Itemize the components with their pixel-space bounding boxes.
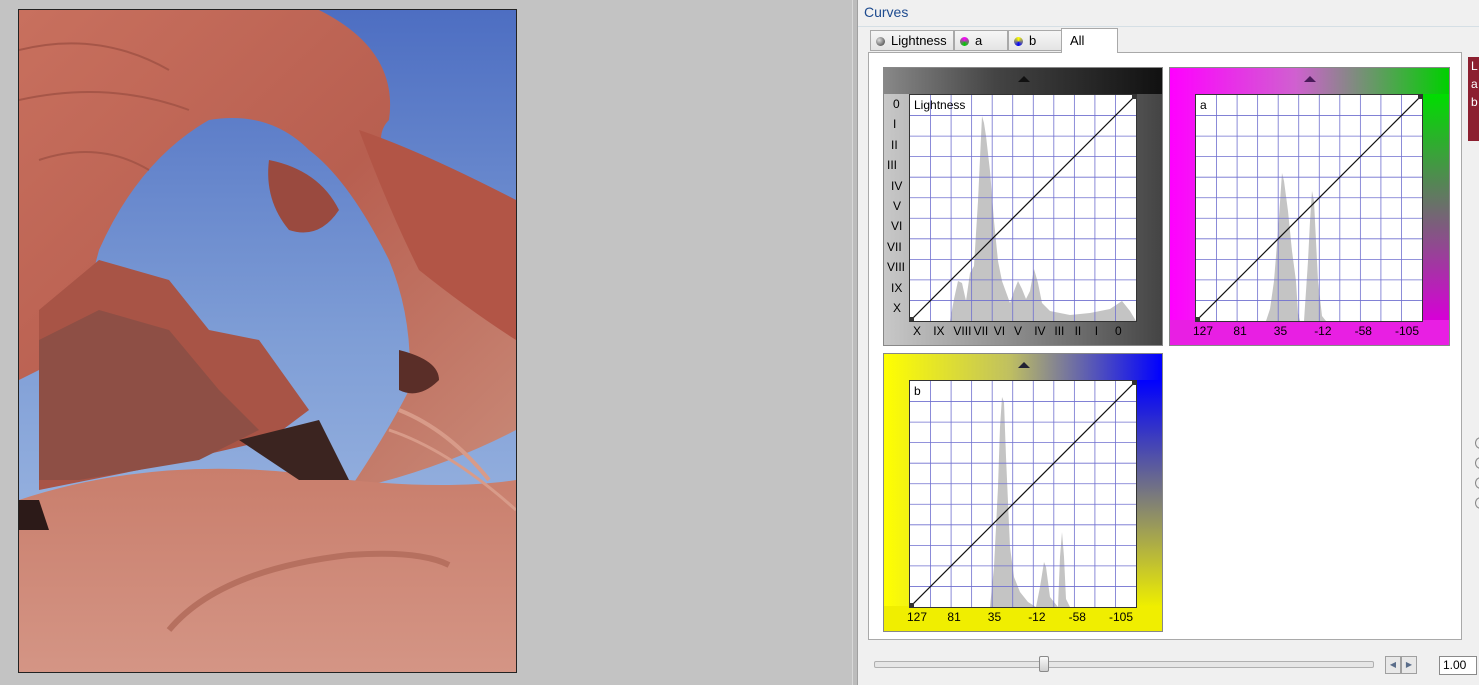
y-tick-label: I [893, 117, 897, 132]
title-separator [858, 26, 1479, 27]
side-channel-tab[interactable]: L a b [1468, 57, 1479, 141]
y-tick-label: II [891, 137, 898, 152]
a-gamma-handle[interactable] [1304, 76, 1316, 82]
x-tick-label: 127 [1193, 324, 1214, 338]
tab-a[interactable]: a [954, 30, 1008, 51]
y-tick-label: IX [891, 280, 903, 295]
tab-all[interactable]: All [1061, 28, 1118, 53]
x-tick-label: 35 [1273, 324, 1288, 338]
decrease-arrow-icon[interactable]: ◀ [1385, 656, 1401, 674]
x-tick-label: 127 [907, 610, 928, 624]
histogram-area [910, 397, 1136, 607]
a-curve-panel: a 127 81 35 -12 -58 -105 [1169, 67, 1450, 346]
x-tick-label: -105 [1109, 610, 1134, 624]
curve-line[interactable] [909, 94, 1137, 322]
x-tick-label: IX [933, 324, 945, 338]
x-tick-label: III [1054, 324, 1065, 338]
a-histogram [1195, 94, 1423, 322]
side-tab-line: b [1471, 95, 1478, 109]
y-tick-label: IV [891, 178, 903, 193]
x-tick-label: I [1094, 324, 1099, 338]
tab-label: All [1070, 33, 1085, 48]
gamma-slider-track[interactable] [874, 661, 1374, 668]
x-tick-label: VIII [953, 324, 972, 338]
y-tick-label: VI [891, 219, 903, 234]
x-tick-label: II [1074, 324, 1082, 338]
y-tick-label: III [887, 158, 898, 173]
x-tick-label: 35 [987, 610, 1002, 624]
gamma-slider-thumb[interactable] [1039, 656, 1050, 672]
photo-image [19, 10, 516, 672]
photo-preview [18, 9, 517, 673]
x-tick-label: 0 [1115, 324, 1122, 338]
x-tick-label: -12 [1314, 324, 1332, 338]
curves-container: Lightness X IX VIII VII VI V IV III II I 0 0 I II III I… [868, 52, 1462, 640]
lightness-histogram [909, 94, 1137, 322]
tab-lightness[interactable]: Lightness [870, 30, 954, 51]
x-tick-label: VII [973, 324, 989, 338]
radio-option[interactable] [1475, 457, 1479, 469]
b-curve-graph[interactable]: b [909, 380, 1137, 608]
lightness-curve-graph[interactable]: Lightness [909, 94, 1137, 322]
curve-line[interactable] [909, 380, 1137, 608]
tab-label: Lightness [891, 33, 947, 48]
curve-endpoint-handle[interactable] [910, 603, 914, 607]
lightness-curve-panel: Lightness X IX VIII VII VI V IV III II I 0 0 I II III I… [883, 67, 1163, 346]
x-tick-label: -105 [1395, 324, 1420, 338]
side-tab-line: a [1471, 77, 1478, 91]
radio-option[interactable] [1475, 437, 1479, 449]
tab-b[interactable]: b [1008, 30, 1062, 51]
b-channel-icon [1014, 37, 1023, 46]
b-gamma-handle[interactable] [1018, 362, 1030, 368]
increase-arrow-icon[interactable]: ▶ [1401, 656, 1417, 674]
curve-label: b [914, 384, 921, 398]
lightness-gamma-handle[interactable] [1018, 76, 1030, 82]
x-tick-label: -12 [1028, 610, 1046, 624]
radio-option[interactable] [1475, 497, 1479, 509]
curves-panel: Curves Lightness a b All Lightness X IX VI… [858, 0, 1479, 685]
a-curve-graph[interactable]: a [1195, 94, 1423, 322]
x-tick-label: X [913, 324, 922, 338]
curve-label: Lightness [914, 98, 966, 112]
gamma-value-input[interactable]: 1.00 [1439, 656, 1477, 675]
image-canvas[interactable] [0, 0, 852, 685]
panel-title: Curves [864, 4, 909, 20]
curve-endpoint-handle[interactable] [1132, 95, 1136, 99]
histogram-area [1196, 173, 1422, 321]
side-tab-line: L [1471, 59, 1478, 73]
b-curve-panel: b 127 81 35 -12 -58 -105 [883, 353, 1163, 632]
x-tick-label: -58 [1068, 610, 1086, 624]
y-tick-label: V [893, 199, 902, 213]
b-side-gradient [1134, 380, 1162, 606]
curve-endpoint-handle[interactable] [1132, 381, 1136, 385]
y-tick-label: VII [887, 239, 902, 254]
b-histogram [909, 380, 1137, 608]
curve-endpoint-handle[interactable] [1418, 95, 1422, 99]
tab-label: b [1029, 33, 1037, 48]
x-tick-label: VI [993, 324, 1006, 338]
x-tick-label: 81 [947, 610, 961, 624]
y-tick-label: 0 [893, 97, 900, 111]
curve-endpoint-handle[interactable] [910, 317, 914, 321]
tab-label: a [975, 33, 983, 48]
x-tick-label: IV [1034, 324, 1046, 338]
x-tick-label: -58 [1354, 324, 1372, 338]
curve-endpoint-handle[interactable] [1196, 317, 1200, 321]
lightness-channel-icon [876, 37, 885, 46]
curve-label: a [1200, 98, 1207, 112]
x-tick-label: V [1014, 324, 1023, 338]
y-tick-label: VIII [887, 260, 906, 275]
a-side-gradient [1420, 94, 1449, 320]
radio-option[interactable] [1475, 477, 1479, 489]
y-tick-label: X [893, 301, 902, 315]
x-tick-label: 81 [1233, 324, 1247, 338]
a-channel-icon [960, 37, 969, 46]
